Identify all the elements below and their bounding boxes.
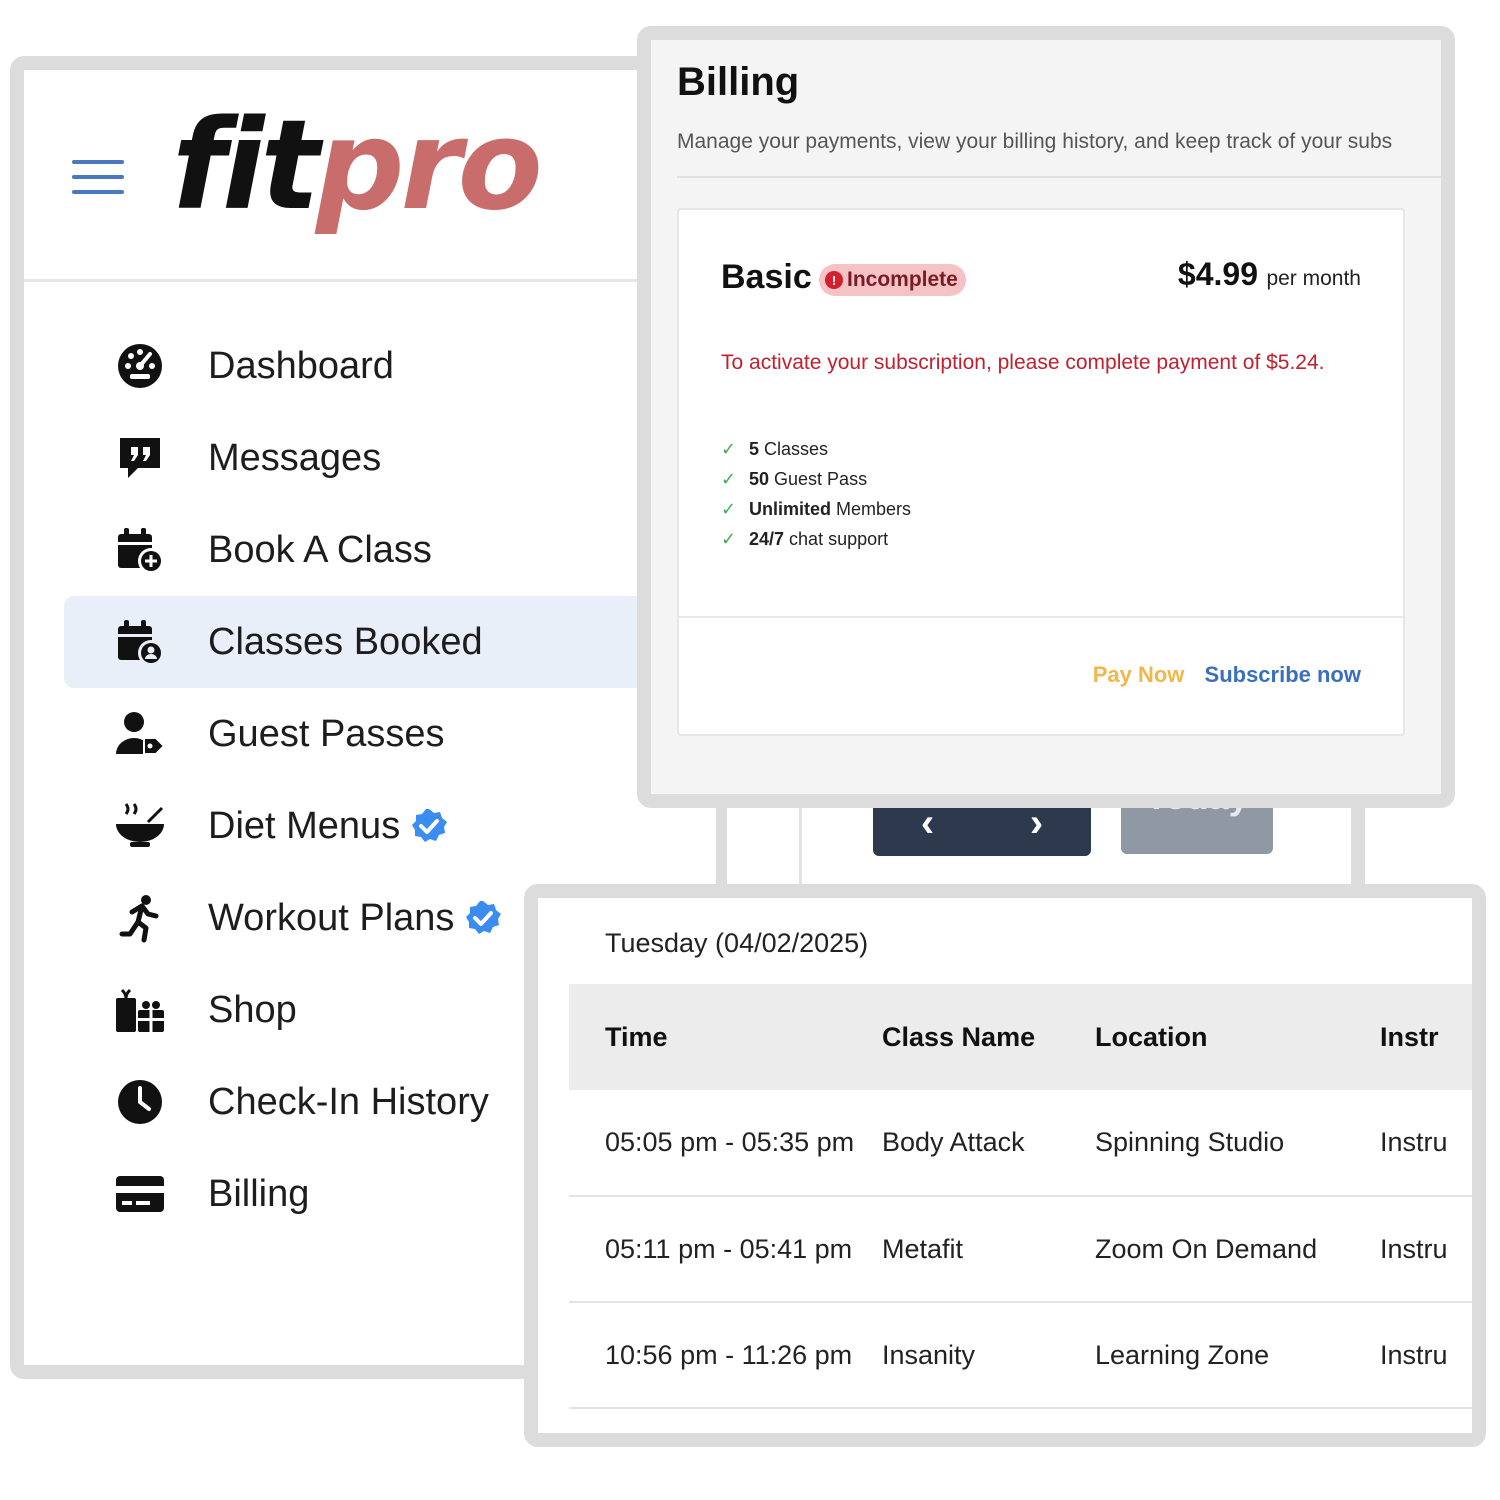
card-actions: Pay Now Subscribe now bbox=[1093, 662, 1361, 688]
sidebar-item-guest-passes[interactable]: Guest Passes bbox=[64, 688, 716, 780]
credit-card-icon bbox=[112, 1166, 168, 1222]
feature-text: Guest Pass bbox=[774, 468, 868, 489]
column-header-time[interactable]: Time bbox=[569, 984, 882, 1090]
check-icon: ✓ bbox=[721, 498, 737, 519]
price-unit: per month bbox=[1266, 267, 1361, 290]
table-row[interactable]: 05:05 pm - 05:35 pm Body Attack Spinning… bbox=[569, 1090, 1472, 1197]
cell-time: 05:05 pm - 05:35 pm bbox=[569, 1090, 882, 1197]
sidebar-item-label: Guest Passes bbox=[208, 712, 445, 755]
table-row[interactable]: 05:11 pm - 05:41 pm Metafit Zoom On Dema… bbox=[569, 1196, 1472, 1303]
verified-badge-icon bbox=[466, 901, 502, 934]
calendar-user-icon bbox=[112, 614, 168, 670]
list-item: ✓ 50 Guest Pass bbox=[721, 464, 911, 494]
feature-value: Unlimited bbox=[749, 498, 832, 519]
messages-icon bbox=[112, 430, 168, 486]
schedule-table: Time Class Name Location Instr 05:05 pm … bbox=[569, 984, 1472, 1409]
sidebar-item-classes-booked[interactable]: Classes Booked bbox=[64, 596, 716, 688]
column-header-instructor[interactable]: Instr bbox=[1380, 984, 1472, 1090]
feature-value: 24/7 bbox=[749, 528, 785, 549]
feature-text: Members bbox=[836, 498, 912, 519]
list-item: ✓ Unlimited Members bbox=[721, 494, 911, 524]
cell-location: Spinning Studio bbox=[1095, 1090, 1380, 1197]
cell-class-name: Body Attack bbox=[882, 1090, 1095, 1197]
list-item: ✓ 5 Classes bbox=[721, 434, 911, 464]
feature-text: Classes bbox=[764, 438, 829, 459]
schedule-date: Tuesday (04/02/2025) bbox=[605, 928, 869, 958]
sidebar-item-label: Book A Class bbox=[208, 528, 432, 571]
alert-icon: ! bbox=[825, 271, 843, 289]
plan-price: $4.99 per month bbox=[1178, 256, 1361, 293]
pay-now-button[interactable]: Pay Now bbox=[1093, 662, 1185, 687]
cell-class-name: Metafit bbox=[882, 1196, 1095, 1303]
calendar-plus-icon bbox=[112, 522, 168, 578]
bowl-icon bbox=[112, 798, 168, 854]
verified-badge-icon bbox=[412, 809, 448, 842]
sidebar-header: fitpro bbox=[24, 70, 716, 282]
sidebar-item-diet-menus[interactable]: Diet Menus bbox=[64, 780, 716, 872]
subscribe-now-button[interactable]: Subscribe now bbox=[1205, 662, 1361, 687]
cell-instructor: Instru bbox=[1380, 1302, 1472, 1409]
cell-instructor: Instru bbox=[1380, 1090, 1472, 1197]
logo-text-pro: pro bbox=[315, 94, 543, 238]
cell-location: Learning Zone bbox=[1095, 1302, 1380, 1409]
check-icon: ✓ bbox=[721, 468, 737, 489]
feature-value: 5 bbox=[749, 438, 760, 459]
cell-class-name: Insanity bbox=[882, 1302, 1095, 1409]
check-icon: ✓ bbox=[721, 438, 737, 459]
sidebar-item-label: Messages bbox=[208, 436, 382, 479]
sidebar-item-label: Classes Booked bbox=[208, 620, 483, 663]
clock-icon bbox=[112, 1074, 168, 1130]
hamburger-menu-icon[interactable] bbox=[72, 160, 124, 194]
list-item: ✓ 24/7 chat support bbox=[721, 524, 911, 554]
plan-card: Basic ! Incomplete $4.99 per month To ac… bbox=[677, 208, 1405, 736]
sidebar-item-label: Shop bbox=[208, 988, 297, 1031]
plan-name: Basic bbox=[721, 258, 812, 296]
check-icon: ✓ bbox=[721, 528, 737, 549]
payment-warning: To activate your subscription, please co… bbox=[721, 351, 1325, 374]
feature-text: chat support bbox=[789, 528, 889, 549]
cell-time: 05:11 pm - 05:41 pm bbox=[569, 1196, 882, 1303]
sidebar-item-label: Billing bbox=[208, 1172, 310, 1215]
cell-time: 10:56 pm - 11:26 pm bbox=[569, 1302, 882, 1409]
sidebar-item-label: Check-In History bbox=[208, 1080, 489, 1123]
divider bbox=[679, 616, 1403, 618]
logo-text-fit: fit bbox=[172, 94, 320, 238]
sidebar-item-label: Dashboard bbox=[208, 344, 394, 387]
cell-instructor: Instru bbox=[1380, 1196, 1472, 1303]
page-title: Billing bbox=[677, 60, 800, 104]
dashboard-icon bbox=[112, 338, 168, 394]
sidebar-item-book-a-class[interactable]: Book A Class bbox=[64, 504, 716, 596]
billing-panel: Billing Manage your payments, view your … bbox=[637, 26, 1455, 808]
status-badge: ! Incomplete bbox=[819, 264, 966, 296]
price-amount: $4.99 bbox=[1177, 256, 1258, 292]
cell-location: Zoom On Demand bbox=[1095, 1196, 1380, 1303]
schedule-panel: Tuesday (04/02/2025) Time Class Name Loc… bbox=[524, 884, 1486, 1447]
sidebar-item-messages[interactable]: Messages bbox=[64, 412, 716, 504]
running-icon bbox=[112, 890, 168, 946]
divider bbox=[677, 176, 1441, 178]
sidebar-item-label: Workout Plans bbox=[208, 896, 455, 939]
sidebar-item-dashboard[interactable]: Dashboard bbox=[64, 320, 716, 412]
feature-list: ✓ 5 Classes ✓ 50 Guest Pass ✓ Unlimited Member… bbox=[721, 434, 911, 554]
user-tag-icon bbox=[112, 706, 168, 762]
gifts-icon bbox=[112, 982, 168, 1038]
column-header-location[interactable]: Location bbox=[1095, 984, 1380, 1090]
sidebar-item-label: Diet Menus bbox=[208, 804, 401, 847]
table-row[interactable]: 10:56 pm - 11:26 pm Insanity Learning Zo… bbox=[569, 1302, 1472, 1409]
column-header-class-name[interactable]: Class Name bbox=[882, 984, 1095, 1090]
status-label: Incomplete bbox=[847, 268, 958, 291]
feature-value: 50 bbox=[749, 468, 770, 489]
table-header-row: Time Class Name Location Instr bbox=[569, 984, 1472, 1090]
page-subtitle: Manage your payments, view your billing … bbox=[677, 130, 1393, 153]
app-logo[interactable]: fitpro bbox=[172, 104, 543, 228]
